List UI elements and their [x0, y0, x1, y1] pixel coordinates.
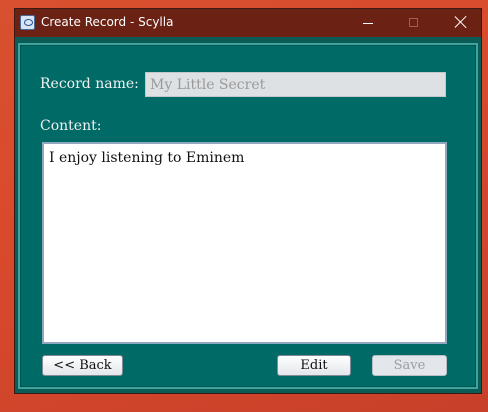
- create-record-window: Create Record - Scylla Record name: My L…: [14, 8, 482, 394]
- content-textarea[interactable]: I enjoy listening to Eminem: [42, 142, 447, 344]
- back-button[interactable]: << Back: [42, 355, 123, 376]
- title-bar[interactable]: Create Record - Scylla: [15, 9, 481, 37]
- record-name-label: Record name:: [40, 76, 139, 92]
- maximize-icon: [409, 18, 418, 27]
- minimize-icon: [363, 23, 373, 24]
- window-title: Create Record - Scylla: [41, 15, 174, 29]
- close-icon: [454, 15, 468, 29]
- save-button[interactable]: Save: [372, 355, 447, 376]
- form-panel: Record name: My Little Secret Content: I…: [18, 43, 478, 389]
- content-label: Content:: [40, 118, 102, 134]
- close-button[interactable]: [437, 9, 483, 37]
- app-icon: [20, 15, 35, 30]
- edit-button[interactable]: Edit: [277, 355, 351, 376]
- minimize-button[interactable]: [345, 9, 391, 37]
- record-name-field[interactable]: My Little Secret: [145, 72, 446, 97]
- maximize-button[interactable]: [391, 9, 437, 37]
